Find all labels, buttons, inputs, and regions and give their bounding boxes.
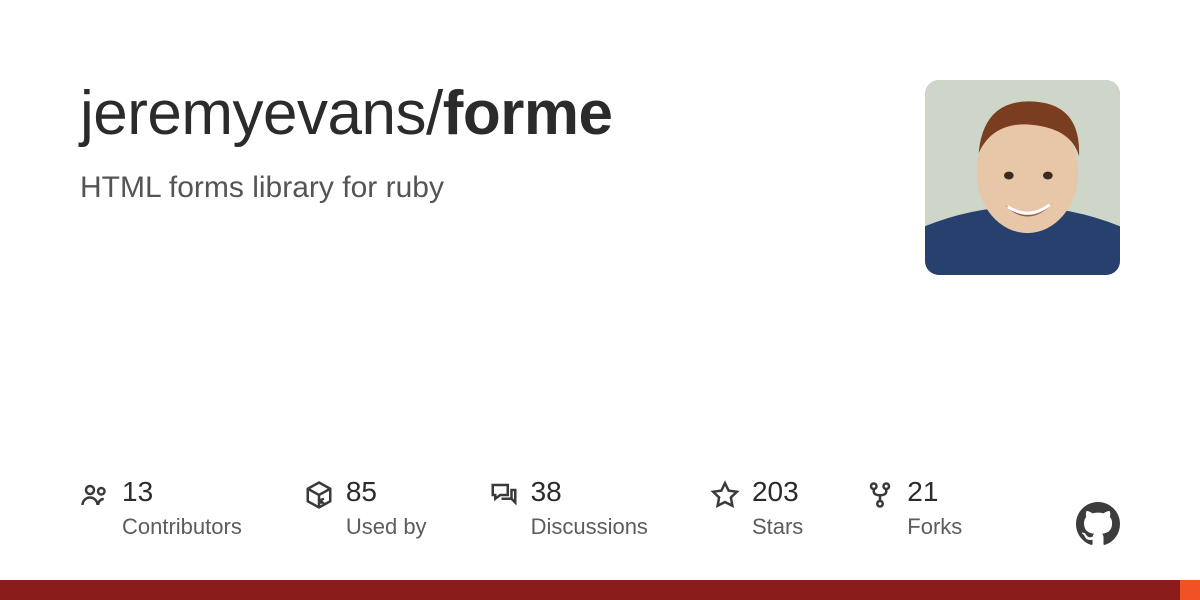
stat-contributors[interactable]: 13 Contributors: [80, 477, 242, 540]
stats-row: 13 Contributors 85 Used by: [80, 477, 1120, 540]
discussions-value: 38: [531, 477, 648, 508]
bottom-accent-bar: [0, 580, 1200, 600]
owner-avatar[interactable]: [925, 80, 1120, 275]
package-icon: [304, 480, 334, 510]
usedby-value: 85: [346, 477, 427, 508]
slash-separator: /: [426, 79, 443, 148]
forks-value: 21: [907, 477, 962, 508]
fork-icon: [865, 480, 895, 510]
stat-discussions[interactable]: 38 Discussions: [489, 477, 648, 540]
stars-label: Stars: [752, 514, 803, 540]
accent-tip: [1180, 580, 1200, 600]
github-logo-icon[interactable]: [1076, 502, 1120, 546]
comment-discussion-icon: [489, 480, 519, 510]
usedby-label: Used by: [346, 514, 427, 540]
contributors-label: Contributors: [122, 514, 242, 540]
repo-name: forme: [443, 79, 613, 148]
people-icon: [80, 480, 110, 510]
forks-label: Forks: [907, 514, 962, 540]
star-icon: [710, 480, 740, 510]
repo-owner: jeremyevans: [80, 79, 426, 148]
stat-stars[interactable]: 203 Stars: [710, 477, 803, 540]
contributors-value: 13: [122, 477, 242, 508]
stat-forks[interactable]: 21 Forks: [865, 477, 962, 540]
stat-usedby[interactable]: 85 Used by: [304, 477, 427, 540]
repo-description: HTML forms library for ruby: [80, 171, 885, 205]
discussions-label: Discussions: [531, 514, 648, 540]
repo-title[interactable]: jeremyevans/forme: [80, 78, 885, 149]
stars-value: 203: [752, 477, 803, 508]
